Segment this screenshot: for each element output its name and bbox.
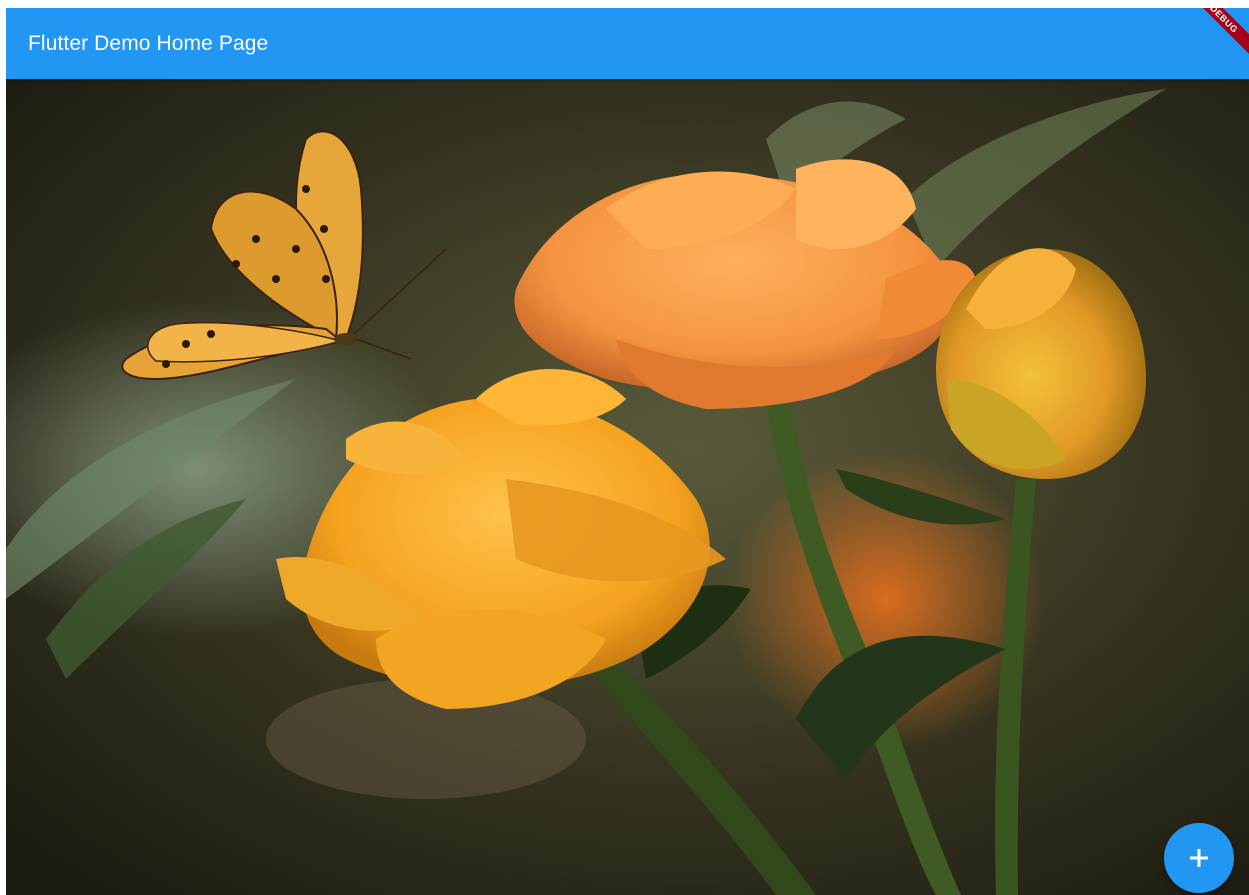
- add-button[interactable]: [1164, 823, 1234, 893]
- flower-image: [6, 79, 1249, 895]
- page-title: Flutter Demo Home Page: [28, 32, 269, 55]
- app-bar: Flutter Demo Home Page: [6, 8, 1249, 79]
- app-window: Flutter Demo Home Page DEBUG: [6, 8, 1249, 895]
- add-icon: [1190, 849, 1208, 867]
